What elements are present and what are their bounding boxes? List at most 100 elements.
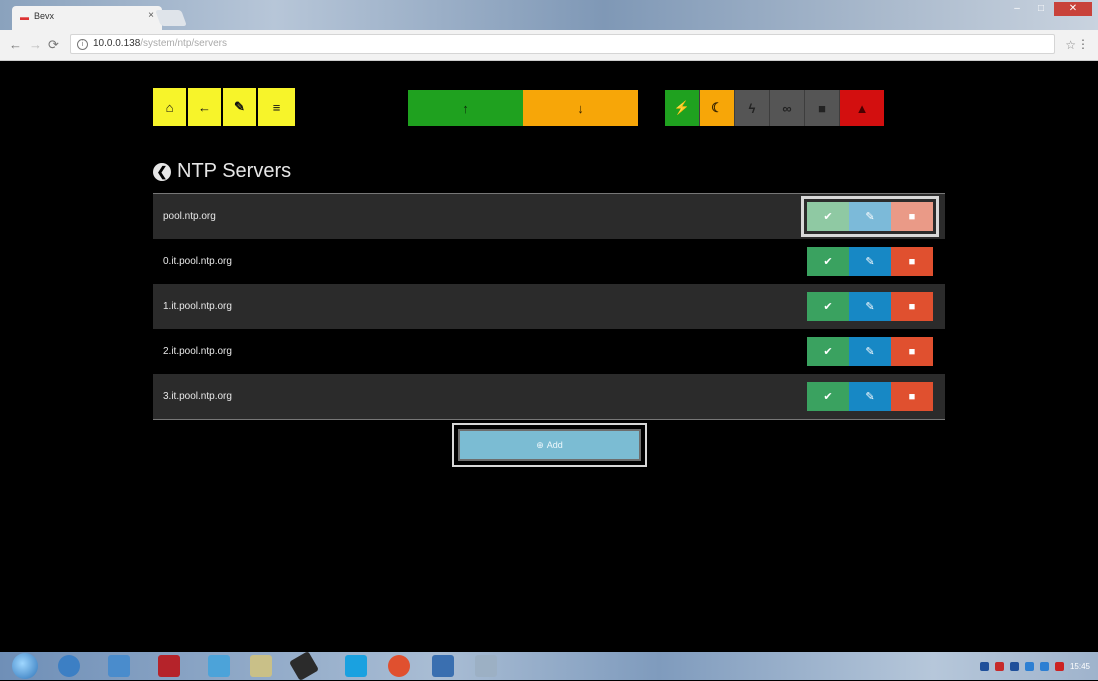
check-icon: ✔ bbox=[823, 256, 833, 268]
list-item: 3.it.pool.ntp.org ✔ ✎ ■ bbox=[153, 374, 945, 419]
new-tab-button[interactable] bbox=[155, 10, 187, 26]
list-item: pool.ntp.org ✔ ✎ ■ bbox=[153, 194, 945, 239]
minimize-icon[interactable]: – bbox=[1006, 2, 1028, 16]
tray-icon[interactable] bbox=[979, 661, 989, 671]
back-arrow-icon: ← bbox=[198, 99, 211, 115]
back-circle-icon[interactable]: ❮ bbox=[153, 162, 171, 181]
lock-button[interactable]: ■ bbox=[805, 90, 840, 126]
media-player-icon[interactable] bbox=[58, 655, 80, 677]
moon-icon: ☾ bbox=[711, 100, 723, 115]
menu-button[interactable]: ≡ bbox=[258, 88, 295, 126]
list-item: 1.it.pool.ntp.org ✔ ✎ ■ bbox=[153, 284, 945, 329]
edit-button[interactable]: ✎ bbox=[849, 292, 891, 321]
paint-icon[interactable] bbox=[250, 655, 272, 677]
menu-icon: ≡ bbox=[272, 99, 281, 115]
check-button[interactable]: ✔ bbox=[807, 337, 849, 366]
link-button[interactable]: ∞ bbox=[770, 90, 805, 126]
browser-tab[interactable]: ▬ Bevx × bbox=[12, 6, 162, 30]
forward-nav-icon[interactable]: → bbox=[29, 37, 42, 52]
row-actions: ✔ ✎ ■ bbox=[801, 196, 939, 237]
reload-icon[interactable]: ⟳ bbox=[48, 37, 59, 53]
info-icon[interactable]: i bbox=[77, 39, 88, 50]
check-button[interactable]: ✔ bbox=[807, 292, 849, 321]
home-icon: ⌂ bbox=[165, 99, 174, 115]
lock-icon: ■ bbox=[818, 100, 826, 116]
tray-icon[interactable] bbox=[1024, 661, 1034, 671]
list-item: 0.it.pool.ntp.org ✔ ✎ ■ bbox=[153, 239, 945, 284]
bolt-button[interactable]: ϟ bbox=[735, 90, 770, 126]
chrome-icon[interactable] bbox=[388, 655, 410, 677]
tab-title: Bevx bbox=[34, 11, 55, 21]
row-actions: ✔ ✎ ■ bbox=[807, 337, 933, 366]
start-button[interactable] bbox=[12, 653, 38, 679]
browser-menu-icon[interactable]: ⋮ bbox=[1077, 37, 1089, 51]
download-icon: ↓ bbox=[577, 100, 584, 116]
server-label: 2.it.pool.ntp.org bbox=[163, 346, 232, 357]
back-nav-icon[interactable]: ← bbox=[9, 37, 22, 52]
skype-icon[interactable] bbox=[345, 655, 367, 677]
edit-button[interactable]: ✎ bbox=[849, 247, 891, 276]
check-button[interactable]: ✔ bbox=[807, 382, 849, 411]
tray-icon[interactable] bbox=[1009, 661, 1019, 671]
delete-button[interactable]: ■ bbox=[891, 292, 933, 321]
edit-button[interactable]: ✎ bbox=[849, 382, 891, 411]
link-icon: ∞ bbox=[782, 100, 792, 116]
tray-icon[interactable] bbox=[1039, 661, 1049, 671]
bookmark-star-icon[interactable]: ☆ bbox=[1065, 38, 1076, 52]
favicon-icon: ▬ bbox=[20, 12, 29, 22]
transfer-toolbar: ↑ ↓ bbox=[408, 90, 638, 126]
settings-button[interactable]: ✎ bbox=[223, 88, 258, 126]
upload-button[interactable]: ↑ bbox=[408, 90, 523, 126]
trash-icon: ■ bbox=[908, 390, 916, 403]
url-path: /system/ntp/servers bbox=[140, 38, 227, 49]
plug-icon: ⚡ bbox=[673, 100, 691, 115]
download-button[interactable]: ↓ bbox=[523, 90, 638, 126]
browser-tabstrip: ▬ Bevx × – □ ✕ bbox=[0, 0, 1098, 30]
check-button[interactable]: ✔ bbox=[807, 247, 849, 276]
row-actions: ✔ ✎ ■ bbox=[807, 247, 933, 276]
back-button[interactable]: ← bbox=[188, 88, 223, 126]
check-icon: ✔ bbox=[823, 301, 833, 313]
check-button[interactable]: ✔ bbox=[807, 202, 849, 231]
clock[interactable]: 15:45 bbox=[1070, 662, 1090, 671]
app-icon[interactable] bbox=[475, 655, 497, 677]
delete-button[interactable]: ■ bbox=[891, 382, 933, 411]
list-item: 2.it.pool.ntp.org ✔ ✎ ■ bbox=[153, 329, 945, 374]
home-button[interactable]: ⌂ bbox=[153, 88, 188, 126]
monitor-icon[interactable] bbox=[432, 655, 454, 677]
add-server-button[interactable]: ⊕ Add bbox=[458, 429, 641, 461]
bolt-icon: ϟ bbox=[748, 100, 756, 116]
maximize-icon[interactable]: □ bbox=[1030, 2, 1052, 16]
close-window-icon[interactable]: ✕ bbox=[1054, 2, 1092, 16]
trash-icon: ■ bbox=[908, 300, 916, 313]
tab-close-icon[interactable]: × bbox=[148, 10, 154, 21]
add-label: Add bbox=[546, 440, 563, 450]
tray-icon[interactable] bbox=[1054, 661, 1064, 671]
sleep-button[interactable]: ☾ bbox=[700, 90, 735, 126]
plus-circle-icon: ⊕ bbox=[536, 439, 544, 450]
power-button[interactable]: ⚡ bbox=[665, 90, 700, 126]
delete-button[interactable]: ■ bbox=[891, 202, 933, 231]
edit-button[interactable]: ✎ bbox=[849, 202, 891, 231]
alarm-button[interactable]: ▲ bbox=[840, 90, 884, 126]
edit-button[interactable]: ✎ bbox=[849, 337, 891, 366]
nav-toolbar: ⌂ ← ✎ ≡ bbox=[153, 88, 295, 126]
filezilla-icon[interactable] bbox=[158, 655, 180, 677]
explorer-icon[interactable] bbox=[108, 655, 130, 677]
network-icon[interactable] bbox=[208, 655, 230, 677]
usb-icon[interactable] bbox=[288, 650, 320, 681]
tray-icon[interactable] bbox=[994, 661, 1004, 671]
status-toolbar: ⚡ ☾ ϟ ∞ ■ ▲ bbox=[665, 90, 884, 126]
upload-icon: ↑ bbox=[462, 100, 469, 116]
pencil-icon: ✎ bbox=[865, 391, 875, 403]
url-input[interactable]: i 10.0.0.138/system/ntp/servers bbox=[70, 34, 1055, 54]
delete-button[interactable]: ■ bbox=[891, 337, 933, 366]
server-label: 0.it.pool.ntp.org bbox=[163, 256, 232, 267]
delete-button[interactable]: ■ bbox=[891, 247, 933, 276]
pencil-icon: ✎ bbox=[865, 211, 875, 223]
pencil-icon: ✎ bbox=[865, 256, 875, 268]
check-icon: ✔ bbox=[823, 211, 833, 223]
check-icon: ✔ bbox=[823, 346, 833, 358]
pencil-icon: ✎ bbox=[865, 346, 875, 358]
taskbar: 15:45 bbox=[0, 650, 1098, 681]
